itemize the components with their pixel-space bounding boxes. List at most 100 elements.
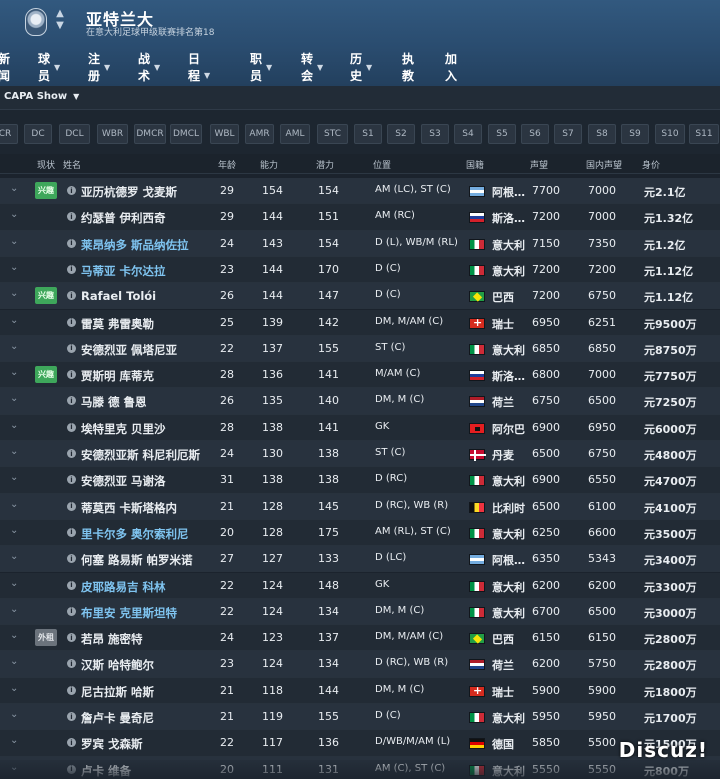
chevron-down-icon[interactable]: ⌄ xyxy=(10,367,18,378)
table-row[interactable]: ⌄ i 詹卢卡 曼奇尼 21 119 155 D (C) 意大利 5950 5950 元1700万 xyxy=(0,704,720,731)
position-filter-button[interactable]: STC xyxy=(317,124,348,144)
col-ability[interactable]: 能力 xyxy=(260,158,278,171)
chevron-down-icon[interactable]: ⌄ xyxy=(10,472,18,483)
info-icon[interactable]: i xyxy=(67,712,76,721)
info-icon[interactable]: i xyxy=(67,317,76,327)
info-icon[interactable]: i xyxy=(67,186,76,195)
position-filter-button[interactable]: S10 xyxy=(655,124,685,144)
table-row[interactable]: ⌄ i 马滕 德 鲁恩 26 135 140 DM, M (C) 荷兰 6750 6500 元725… xyxy=(0,388,720,415)
player-nationality[interactable]: 德国 xyxy=(492,736,514,752)
nav-item-6[interactable]: 转会 ▼ xyxy=(301,50,323,84)
info-icon[interactable]: i xyxy=(67,238,76,248)
player-nationality[interactable]: 意大利 xyxy=(492,473,525,489)
table-row[interactable]: ⌄ i 汉斯 哈特鲍尔 23 124 134 D (RC), WB (R) 荷兰 6200 575… xyxy=(0,651,720,678)
table-row[interactable]: ⌄ 兴趣 i Rafael Tolói 26 144 147 D (C) 巴西 7200 6750 元… xyxy=(0,283,720,310)
position-filter-button[interactable]: DMCR xyxy=(134,124,166,144)
position-filter-button[interactable]: CR xyxy=(0,124,18,144)
table-row[interactable]: ⌄ i 里卡尔多 奥尔索利尼 20 128 175 AM (RL), ST (C) 意大利 62… xyxy=(0,519,720,547)
position-filter-button[interactable]: S5 xyxy=(488,124,516,144)
player-name[interactable]: 安德烈亚 佩塔尼亚 xyxy=(81,342,177,358)
player-nationality[interactable]: 意大利 xyxy=(492,526,525,542)
position-filter-button[interactable]: S11 xyxy=(689,124,719,144)
chevron-down-icon[interactable]: ⌄ xyxy=(10,683,18,694)
chevron-up-icon[interactable]: ▲ xyxy=(53,8,67,20)
position-filter-button[interactable]: S8 xyxy=(588,124,616,144)
player-nationality[interactable]: 斯洛… xyxy=(492,210,525,226)
player-nationality[interactable]: 巴西 xyxy=(492,631,514,647)
table-row[interactable]: ⌄ i 埃特里克 贝里沙 28 138 141 GK 阿尔巴 6900 6950 元6000万 xyxy=(0,414,720,441)
player-name[interactable]: 马滕 德 鲁恩 xyxy=(81,394,147,410)
nav-item-0[interactable]: 新闻 xyxy=(0,50,10,84)
player-nationality[interactable]: 意大利 xyxy=(492,579,525,595)
table-row[interactable]: ⌄ i 罗宾 戈森斯 22 117 136 D/WB/M/AM (L) 德国 5850 5500 元… xyxy=(0,730,720,757)
player-name[interactable]: 雷莫 弗雷奥勒 xyxy=(81,316,154,332)
table-row[interactable]: ⌄ i 安德烈亚 佩塔尼亚 22 137 155 ST (C) 意大利 6850 6850 元875… xyxy=(0,335,720,363)
player-name[interactable]: 马蒂亚 卡尔达拉 xyxy=(81,263,166,279)
player-nationality[interactable]: 意大利 xyxy=(492,342,525,358)
info-icon[interactable]: i xyxy=(67,396,76,406)
table-row[interactable]: ⌄ i 雷莫 弗雷奥勒 25 139 142 DM, M/AM (C) 瑞士 6950 6251 元… xyxy=(0,309,720,336)
player-name[interactable]: 汉斯 哈特鲍尔 xyxy=(81,657,154,673)
player-name[interactable]: 里卡尔多 奥尔索利尼 xyxy=(81,526,189,542)
info-icon[interactable]: i xyxy=(67,475,76,485)
chevron-down-icon[interactable]: ⌄ xyxy=(10,630,18,641)
club-switcher[interactable]: ▲ ▼ xyxy=(53,8,67,34)
chevron-down-icon[interactable]: ⌄ xyxy=(10,525,18,536)
player-name[interactable]: 莱昂纳多 斯品纳佐拉 xyxy=(81,237,189,253)
player-name[interactable]: 蒂莫西 卡斯塔格内 xyxy=(81,500,177,516)
chevron-down-icon[interactable]: ⌄ xyxy=(10,288,18,299)
col-value[interactable]: 身价 xyxy=(642,158,660,171)
table-row[interactable]: ⌄ i 尼古拉斯 哈斯 21 118 144 DM, M (C) 瑞士 5900 5900 元180… xyxy=(0,677,720,704)
info-icon[interactable]: i xyxy=(67,264,76,274)
table-row[interactable]: ⌄ i 马蒂亚 卡尔达拉 23 144 170 D (C) 意大利 7200 7200 元1.12亿 xyxy=(0,256,720,284)
position-filter-button[interactable]: WBL xyxy=(210,124,239,144)
player-nationality[interactable]: 瑞士 xyxy=(492,684,514,700)
position-filter-button[interactable]: WBR xyxy=(97,124,128,144)
table-row[interactable]: ⌄ i 约瑟普 伊利西奇 29 144 151 AM (RC) 斯洛… 7200 7000 元1.3… xyxy=(0,204,720,231)
player-nationality[interactable]: 比利时 xyxy=(492,500,525,516)
player-nationality[interactable]: 阿根… xyxy=(492,552,525,568)
player-nationality[interactable]: 意大利 xyxy=(492,710,525,726)
table-row[interactable]: ⌄ 兴趣 i 贾斯明 库蒂克 28 136 141 M/AM (C) 斯洛… 6800 7000 元7… xyxy=(0,362,720,389)
chevron-down-icon[interactable]: ⌄ xyxy=(10,209,18,220)
player-name[interactable]: 若昂 施密特 xyxy=(81,631,143,647)
info-icon[interactable]: i xyxy=(67,685,76,695)
table-row[interactable]: ⌄ i 何塞 路易斯 帕罗米诺 27 127 133 D (LC) 阿根… 6350 5343 元3… xyxy=(0,546,720,573)
view-selector[interactable]: CAPA Show ▼ xyxy=(4,91,79,102)
player-name[interactable]: 埃特里克 贝里沙 xyxy=(81,421,166,437)
player-nationality[interactable]: 阿根… xyxy=(492,184,525,200)
nav-item-8[interactable]: 执教 xyxy=(402,50,414,84)
chevron-down-icon[interactable]: ⌄ xyxy=(10,735,18,746)
player-nationality[interactable]: 斯洛… xyxy=(492,368,525,384)
player-nationality[interactable]: 荷兰 xyxy=(492,657,514,673)
table-row[interactable]: ⌄ i 莱昂纳多 斯品纳佐拉 24 143 154 D (L), WB/M (RL) 意大利 7… xyxy=(0,230,720,257)
chevron-down-icon[interactable]: ⌄ xyxy=(10,604,18,615)
info-icon[interactable]: i xyxy=(67,606,76,616)
chevron-down-icon[interactable]: ⌄ xyxy=(10,315,18,326)
info-icon[interactable]: i xyxy=(67,370,76,380)
info-icon[interactable]: i xyxy=(67,738,76,748)
player-name[interactable]: 亚历杭德罗 戈麦斯 xyxy=(81,184,177,200)
nav-item-1[interactable]: 球员 ▼ xyxy=(38,50,60,84)
player-nationality[interactable]: 意大利 xyxy=(492,605,525,621)
chevron-down-icon[interactable]: ⌄ xyxy=(10,236,18,247)
player-nationality[interactable]: 意大利 xyxy=(492,237,525,253)
player-name[interactable]: 约瑟普 伊利西奇 xyxy=(81,210,166,226)
col-potential[interactable]: 潜力 xyxy=(316,158,334,171)
table-row[interactable]: ⌄ i 布里安 克里斯坦特 22 124 134 DM, M (C) 意大利 6700 6500 元… xyxy=(0,598,720,626)
nav-item-3[interactable]: 战术 ▼ xyxy=(138,50,160,84)
player-name[interactable]: 尼古拉斯 哈斯 xyxy=(81,684,154,700)
player-nationality[interactable]: 意大利 xyxy=(492,263,525,279)
chevron-down-icon[interactable]: ⌄ xyxy=(10,183,18,194)
position-filter-button[interactable]: AML xyxy=(280,124,310,144)
info-icon[interactable]: i xyxy=(67,291,76,301)
info-icon[interactable]: i xyxy=(67,422,76,432)
chevron-down-icon[interactable]: ⌄ xyxy=(10,393,18,404)
position-filter-button[interactable]: S3 xyxy=(421,124,449,144)
player-name[interactable]: 贾斯明 库蒂克 xyxy=(81,368,154,384)
chevron-down-icon[interactable]: ⌄ xyxy=(10,656,18,667)
player-nationality[interactable]: 阿尔巴 xyxy=(492,421,525,437)
table-row[interactable]: ⌄ 兴趣 i 亚历杭德罗 戈麦斯 29 154 154 AM (LC), ST (C) 阿根… 7… xyxy=(0,178,720,205)
chevron-down-icon[interactable]: ⌄ xyxy=(10,341,18,352)
player-nationality[interactable]: 丹麦 xyxy=(492,447,514,463)
